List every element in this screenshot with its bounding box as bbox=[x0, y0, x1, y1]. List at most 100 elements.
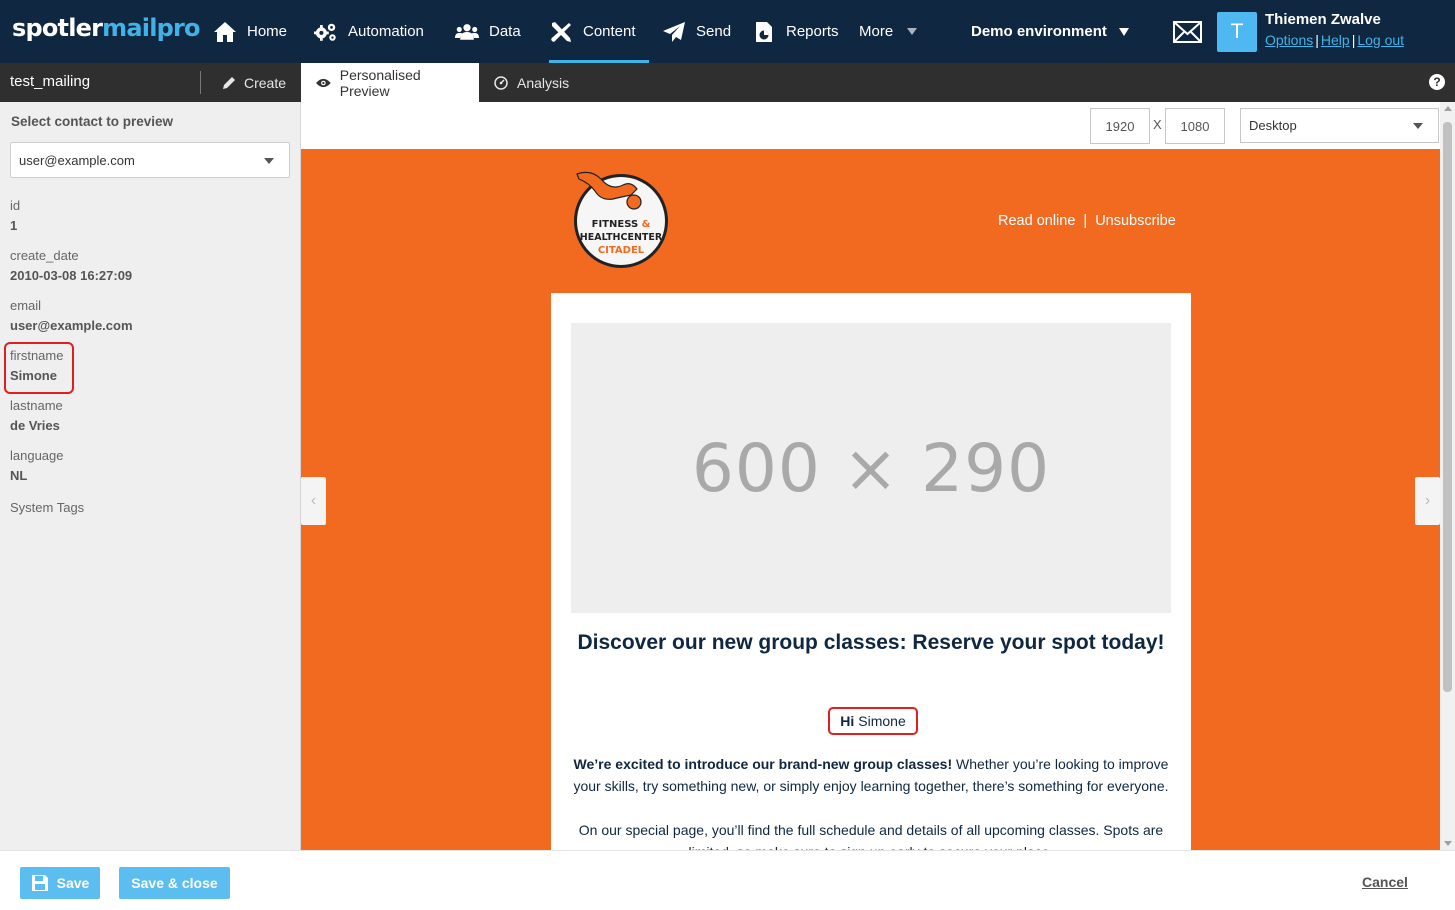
help-glyph: ? bbox=[1433, 75, 1441, 89]
nav-home-label: Home bbox=[247, 23, 288, 40]
width-value: 1920 bbox=[1105, 118, 1135, 134]
editor-toolbar: test_mailing Create Personalised Preview… bbox=[0, 63, 1455, 102]
scrollbar-thumb[interactable] bbox=[1443, 122, 1452, 692]
nav-send-label: Send bbox=[696, 23, 732, 40]
system-tags-label: System Tags bbox=[10, 500, 85, 515]
nav-content[interactable]: Content bbox=[549, 0, 649, 63]
toolbar-divider bbox=[200, 71, 201, 94]
logo-text-part1: spotler bbox=[12, 14, 103, 42]
environment-label: Demo environment bbox=[971, 23, 1107, 40]
preview-toolbar: 1920 X 1080 Desktop bbox=[301, 102, 1455, 149]
height-value: 1080 bbox=[1180, 118, 1210, 134]
field-key: lastname bbox=[10, 398, 63, 413]
gauge-icon bbox=[494, 75, 508, 90]
contact-select-value: user@example.com bbox=[19, 153, 135, 168]
field-key: language bbox=[10, 448, 64, 463]
environment-selector[interactable]: Demo environment bbox=[971, 0, 1129, 63]
sidebar-title: Select contact to preview bbox=[11, 114, 174, 129]
image-placeholder-label: 600 × 290 bbox=[691, 429, 1051, 507]
unsubscribe-link[interactable]: Unsubscribe bbox=[1095, 213, 1176, 229]
image-placeholder: 600 × 290 bbox=[571, 323, 1171, 613]
nav-more-label: More bbox=[859, 23, 894, 40]
contact-select[interactable]: user@example.com bbox=[10, 142, 290, 178]
link-separator: | bbox=[1351, 32, 1356, 48]
email-paragraph-2: On our special page, you’ll find the ful… bbox=[578, 822, 1164, 850]
options-link[interactable]: Options bbox=[1265, 32, 1313, 48]
nav-automation[interactable]: Automation bbox=[314, 0, 424, 63]
preview-width-input[interactable]: 1920 bbox=[1090, 108, 1150, 144]
read-online-link[interactable]: Read online bbox=[998, 213, 1075, 229]
save-button[interactable]: Save bbox=[20, 867, 100, 899]
envelope-icon[interactable] bbox=[1173, 21, 1202, 43]
help-link[interactable]: Help bbox=[1321, 32, 1350, 48]
floppy-disk-icon bbox=[31, 875, 48, 891]
field-key: email bbox=[10, 298, 42, 313]
footer-actions: Save Save & close Cancel bbox=[0, 850, 1455, 910]
pencil-icon bbox=[223, 76, 235, 89]
caret-down-icon bbox=[907, 28, 918, 35]
field-value: 1 bbox=[10, 218, 18, 233]
preview-scrollbar[interactable] bbox=[1440, 102, 1455, 850]
logo-text-line1: FITNESS & bbox=[592, 219, 651, 230]
paragraph-1-bold: We’re excited to introduce our brand-new… bbox=[573, 756, 953, 772]
email-content-card: 600 × 290 Discover our new group classes… bbox=[551, 293, 1191, 850]
nav-automation-label: Automation bbox=[348, 23, 424, 40]
link-separator: | bbox=[1315, 32, 1319, 48]
save-close-button[interactable]: Save & close bbox=[119, 867, 230, 899]
chevron-left-icon: ‹ bbox=[310, 492, 317, 509]
nav-data[interactable]: Data bbox=[455, 0, 521, 63]
chevron-down-icon bbox=[264, 158, 274, 164]
mailing-name: test_mailing bbox=[10, 73, 91, 90]
cancel-link[interactable]: Cancel bbox=[1362, 874, 1408, 890]
nav-more[interactable]: More bbox=[859, 0, 918, 63]
chevron-down-icon bbox=[1413, 123, 1423, 129]
device-select-value: Desktop bbox=[1249, 118, 1297, 133]
tab-personalised-preview[interactable]: Personalised Preview bbox=[301, 63, 479, 102]
nav-reports[interactable]: Reports bbox=[752, 0, 839, 63]
field-key: firstname bbox=[10, 348, 64, 363]
eye-icon bbox=[316, 78, 331, 87]
create-label: Create bbox=[244, 74, 287, 91]
home-icon bbox=[214, 21, 236, 42]
email-heading: Discover our new group classes: Reserve … bbox=[577, 631, 1165, 654]
tab-personalised-preview-label: Personalised Preview bbox=[339, 66, 421, 99]
field-value: NL bbox=[10, 468, 28, 483]
preview-next-arrow[interactable]: › bbox=[1415, 477, 1440, 525]
nav-reports-label: Reports bbox=[786, 23, 839, 40]
nav-home[interactable]: Home bbox=[213, 0, 287, 63]
field-key: id bbox=[10, 198, 21, 213]
contact-field-language: language NL bbox=[10, 448, 64, 488]
field-value: de Vries bbox=[10, 418, 60, 433]
gears-icon bbox=[314, 23, 336, 41]
preview-prev-arrow[interactable]: ‹ bbox=[301, 477, 326, 525]
email-preview-canvas: ‹ › FITNESS & HEALTHCENTER CITADEL Read … bbox=[301, 149, 1440, 850]
tab-analysis[interactable]: Analysis bbox=[479, 63, 584, 102]
preview-height-input[interactable]: 1080 bbox=[1165, 108, 1225, 144]
help-icon[interactable]: ? bbox=[1429, 74, 1445, 90]
nav-send[interactable]: Send bbox=[662, 0, 731, 63]
logo-text-line2: HEALTHCENTER bbox=[580, 232, 663, 243]
scroll-down-icon[interactable] bbox=[1444, 841, 1452, 846]
caret-down-icon bbox=[1118, 27, 1129, 36]
tab-analysis-label: Analysis bbox=[517, 74, 570, 91]
contact-field-email: email user@example.com bbox=[10, 298, 133, 338]
user-name: Thiemen Zwalve bbox=[1265, 11, 1381, 28]
contact-field-firstname: firstname Simone bbox=[3, 342, 75, 394]
contact-sidebar: Select contact to preview user@example.c… bbox=[0, 102, 301, 850]
create-button[interactable]: Create bbox=[222, 63, 286, 102]
save-label: Save bbox=[56, 875, 90, 891]
avatar[interactable]: T bbox=[1217, 12, 1257, 52]
email-header-links: Read online | Unsubscribe bbox=[998, 213, 1176, 229]
tools-icon bbox=[551, 21, 571, 42]
logout-link[interactable]: Log out bbox=[1357, 32, 1404, 48]
avatar-initial: T bbox=[1230, 20, 1244, 43]
fitness-center-logo: FITNESS & HEALTHCENTER CITADEL bbox=[574, 171, 668, 268]
chevron-right-icon: › bbox=[1424, 492, 1431, 509]
personalised-greeting: Hi Simone bbox=[828, 707, 918, 735]
top-navigation-bar: spotlermailpro Home Automation Data Cont… bbox=[0, 0, 1455, 63]
spotler-mailpro-logo[interactable]: spotlermailpro bbox=[12, 14, 201, 42]
contact-field-id: id 1 bbox=[10, 198, 20, 238]
device-select[interactable]: Desktop bbox=[1240, 108, 1439, 143]
greeting-name: Simone bbox=[858, 713, 906, 729]
scroll-up-icon[interactable] bbox=[1444, 106, 1452, 111]
